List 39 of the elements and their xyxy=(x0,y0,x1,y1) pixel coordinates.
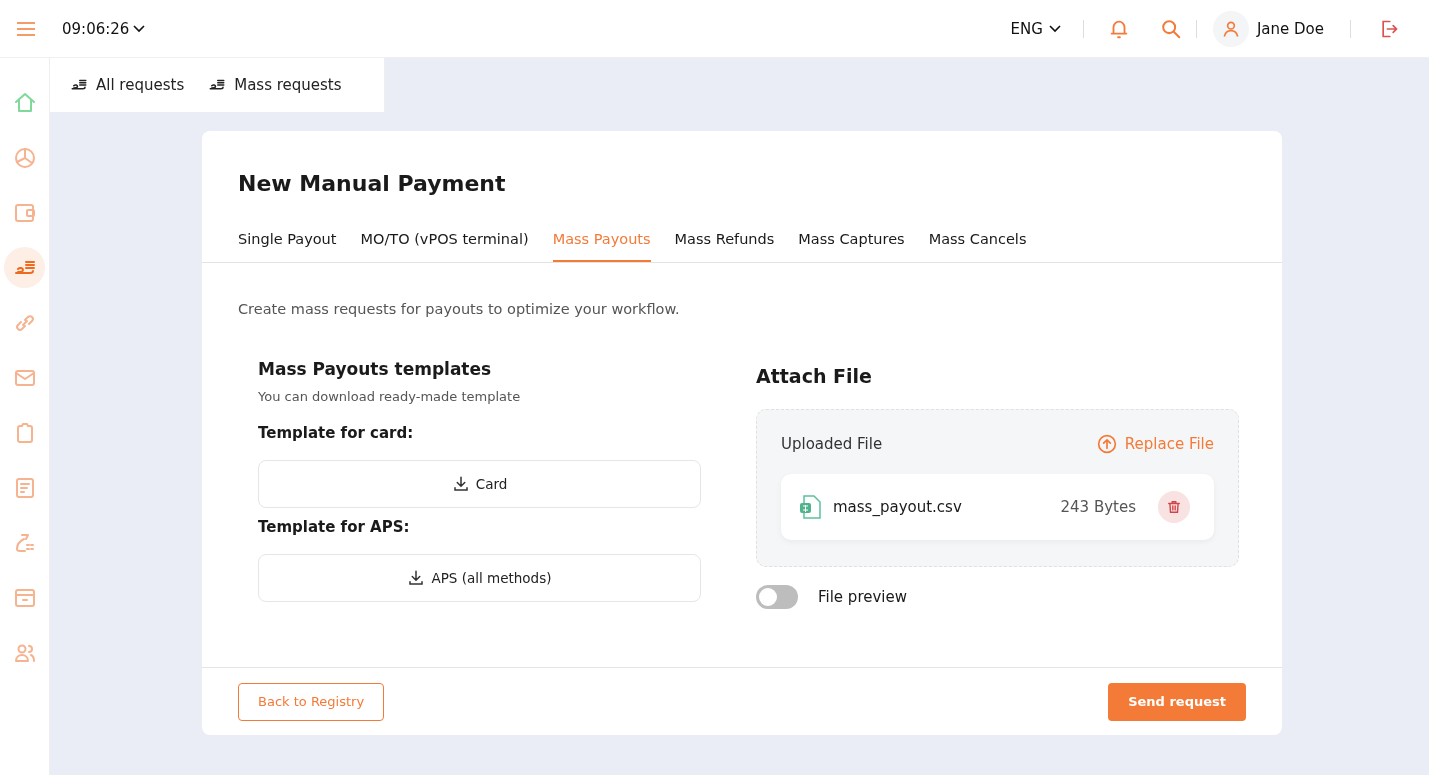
template-label: Template for card: xyxy=(258,424,415,442)
subnav-link[interactable]: All requests xyxy=(70,76,185,94)
delete-button[interactable] xyxy=(1158,491,1190,523)
tab[interactable]: Mass Cancels xyxy=(928,231,1027,262)
section-title: Mass Payouts templates xyxy=(258,359,493,379)
toggle-label: File preview xyxy=(818,588,907,606)
download-button[interactable]: APS (all methods) xyxy=(258,554,701,602)
trash-icon xyxy=(1167,500,1181,514)
subnav-link[interactable]: Mass requests xyxy=(208,76,342,94)
search-icon xyxy=(1159,17,1182,40)
chevron-down-icon xyxy=(133,24,146,33)
file-name: mass_payout.csv xyxy=(833,498,963,516)
section-title: Attach File xyxy=(756,365,873,387)
chart-icon xyxy=(12,145,37,170)
uploaded-file-label: Uploaded File xyxy=(781,435,883,453)
file-size: 243 Bytes xyxy=(1060,498,1136,516)
home-icon xyxy=(12,90,37,115)
language-dropdown[interactable]: ENG xyxy=(1004,18,1067,39)
upload-icon xyxy=(1096,434,1117,454)
section-subtitle: You can download ready-made template xyxy=(258,389,522,404)
chevron-down-icon xyxy=(1048,24,1061,33)
download-icon xyxy=(407,569,426,587)
sidebar-item[interactable] xyxy=(4,247,45,288)
description: Create mass requests for payouts to optimize your workflow. xyxy=(237,300,681,317)
file-preview-toggle[interactable] xyxy=(756,585,798,609)
tab[interactable]: MO/TO (vPOS terminal) xyxy=(360,231,529,262)
download-button[interactable]: Card xyxy=(258,460,701,508)
tab[interactable]: Single Payout xyxy=(238,231,337,262)
logout-icon xyxy=(1379,18,1399,39)
page-title: New Manual Payment xyxy=(237,170,507,198)
spreadsheet-file-icon xyxy=(799,495,821,519)
time-dropdown[interactable]: 09:06:26 xyxy=(62,19,146,38)
tab[interactable]: Mass Refunds xyxy=(674,231,775,262)
download-icon xyxy=(451,475,470,493)
menu-button[interactable] xyxy=(16,20,36,37)
menu-icon xyxy=(16,20,36,37)
user-menu[interactable]: Jane Doe xyxy=(1206,9,1330,48)
tab[interactable]: Mass Captures xyxy=(798,231,905,262)
template-label: Template for APS: xyxy=(258,518,411,536)
